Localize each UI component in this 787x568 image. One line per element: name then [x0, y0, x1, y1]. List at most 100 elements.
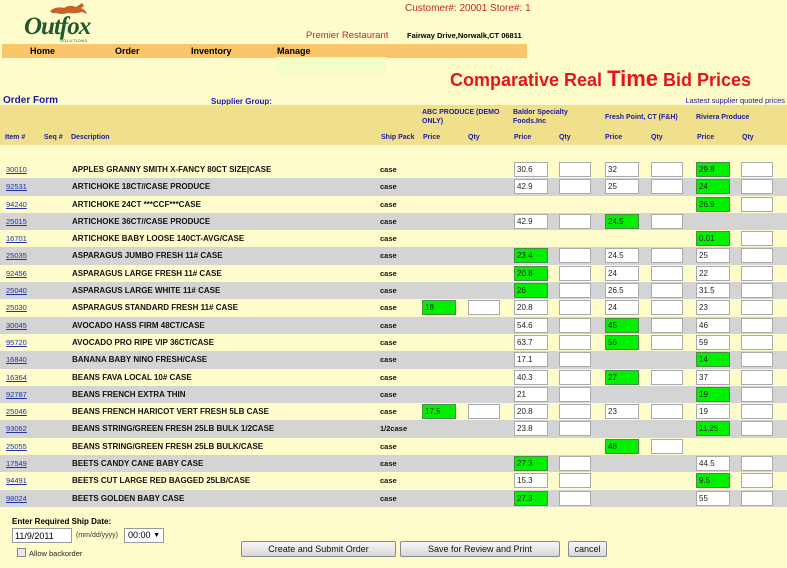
qty-input-riviera[interactable]	[741, 196, 773, 212]
qty-input-freshpoint[interactable]	[651, 283, 683, 299]
qty-input-baldor[interactable]	[559, 317, 591, 333]
item-number-link[interactable]: 95720	[6, 338, 27, 347]
price-field-baldor: 40.3	[514, 369, 548, 385]
qty-input-riviera[interactable]	[741, 265, 773, 281]
qty-input-abc[interactable]	[468, 300, 500, 316]
qty-input-freshpoint[interactable]	[651, 369, 683, 385]
qty-input-baldor[interactable]	[559, 456, 591, 472]
item-number-link[interactable]: 25040	[6, 286, 27, 295]
qty-input-baldor[interactable]	[559, 490, 591, 506]
qty-input-freshpoint[interactable]	[651, 162, 683, 177]
nav-inventory[interactable]: Inventory	[191, 46, 232, 56]
qty-input-baldor[interactable]	[559, 213, 591, 229]
allow-backorder-checkbox[interactable]	[17, 548, 26, 557]
item-number-link[interactable]: 94491	[6, 476, 27, 485]
ship-pack: case	[380, 493, 397, 503]
price-field-baldor: 17.1	[514, 352, 548, 368]
item-number-link[interactable]: 98024	[6, 494, 27, 503]
qty-input-riviera[interactable]	[741, 456, 773, 472]
qty-input-riviera[interactable]	[741, 162, 773, 177]
qty-input-baldor[interactable]	[559, 369, 591, 385]
item-number-link[interactable]: 16364	[6, 373, 27, 382]
qty-input-riviera[interactable]	[741, 231, 773, 247]
page-title: Comparative Real Time Bid Prices	[450, 66, 751, 92]
cancel-button[interactable]: cancel	[568, 541, 607, 557]
item-number-link[interactable]: 92787	[6, 390, 27, 399]
qty-input-riviera[interactable]	[741, 334, 773, 350]
qty-input-riviera[interactable]	[741, 283, 773, 299]
qty-input-riviera[interactable]	[741, 300, 773, 316]
table-row: 25040 ASPARAGUS LARGE WHITE 11# CASE case 2…	[0, 282, 787, 300]
item-number-link[interactable]: 25030	[6, 303, 27, 312]
item-number-link[interactable]: 25015	[6, 217, 27, 226]
item-number-link[interactable]: 92531	[6, 182, 27, 191]
nav-manage[interactable]: Manage	[277, 46, 311, 56]
outfox-logo: Outfox SOLUTIONS	[20, 2, 100, 43]
logo-text: Outfox	[24, 13, 91, 40]
qty-input-freshpoint[interactable]	[651, 213, 683, 229]
qty-input-freshpoint[interactable]	[651, 300, 683, 316]
qty-input-freshpoint[interactable]	[651, 179, 683, 195]
col-seq: Seq #	[44, 134, 63, 141]
qty-input-freshpoint[interactable]	[651, 404, 683, 420]
item-number-link[interactable]: 16840	[6, 355, 27, 364]
qty-input-baldor[interactable]	[559, 300, 591, 316]
item-number-link[interactable]: 16701	[6, 234, 27, 243]
qty-input-riviera[interactable]	[741, 352, 773, 368]
price-field-freshpoint: 27	[605, 369, 639, 385]
qty-input-baldor[interactable]	[559, 265, 591, 281]
qty-input-riviera[interactable]	[741, 317, 773, 333]
item-number-link[interactable]: 25055	[6, 442, 27, 451]
table-row: 16840 BANANA BABY NINO FRESH/CASE case 17.1…	[0, 351, 787, 369]
create-submit-order-button[interactable]: Create and Submit Order	[241, 541, 396, 557]
item-number-link[interactable]: 30010	[6, 165, 27, 174]
item-description: BEANS FRENCH EXTRA THIN	[72, 389, 186, 399]
qty-input-baldor[interactable]	[559, 404, 591, 420]
qty-input-riviera[interactable]	[741, 490, 773, 506]
qty-input-baldor[interactable]	[559, 162, 591, 177]
item-number-link[interactable]: 30045	[6, 321, 27, 330]
qty-input-baldor[interactable]	[559, 352, 591, 368]
qty-input-riviera[interactable]	[741, 179, 773, 195]
qty-input-freshpoint[interactable]	[651, 317, 683, 333]
ship-time-select[interactable]: 00:00 ▼	[124, 528, 164, 543]
item-number-link[interactable]: 25046	[6, 407, 27, 416]
qty-input-baldor[interactable]	[559, 473, 591, 489]
qty-input-riviera[interactable]	[741, 404, 773, 420]
qty-input-freshpoint[interactable]	[651, 265, 683, 281]
qty-input-riviera[interactable]	[741, 248, 773, 264]
nav-order[interactable]: Order	[115, 46, 140, 56]
qty-input-freshpoint[interactable]	[651, 334, 683, 350]
qty-input-baldor[interactable]	[559, 283, 591, 299]
qty-input-baldor[interactable]	[559, 334, 591, 350]
qty-input-baldor[interactable]	[559, 179, 591, 195]
qty-input-abc[interactable]	[468, 404, 500, 420]
table-row: 17549 BEETS CANDY CANE BABY CASE case 27.3 4…	[0, 455, 787, 473]
nav-home[interactable]: Home	[30, 46, 55, 56]
item-number-link[interactable]: 25035	[6, 251, 27, 260]
table-row: 95720 AVOCADO PRO RIPE VIP 36CT/CASE case 6…	[0, 333, 787, 352]
title-part2: Time	[607, 66, 659, 91]
item-number-link[interactable]: 93062	[6, 424, 27, 433]
qty-input-baldor[interactable]	[559, 421, 591, 437]
save-review-print-button[interactable]: Save for Review and Print	[400, 541, 560, 557]
ship-date-input[interactable]	[12, 528, 72, 543]
qty-input-riviera[interactable]	[741, 421, 773, 437]
qty-input-freshpoint[interactable]	[651, 438, 683, 454]
qty-input-riviera[interactable]	[741, 369, 773, 385]
qty-input-riviera[interactable]	[741, 473, 773, 489]
item-number-link[interactable]: 92456	[6, 269, 27, 278]
table-row: 25035 ASPARAGUS JUMBO FRESH 11# CASE case 2…	[0, 247, 787, 265]
qty-input-baldor[interactable]	[559, 248, 591, 264]
qty-input-riviera[interactable]	[741, 386, 773, 402]
item-number-link[interactable]: 17549	[6, 459, 27, 468]
item-description: BANANA BABY NINO FRESH/CASE	[72, 355, 208, 365]
item-number-link[interactable]: 94240	[6, 200, 27, 209]
qty-input-baldor[interactable]	[559, 386, 591, 402]
ship-pack: case	[380, 407, 397, 417]
qty-input-freshpoint[interactable]	[651, 248, 683, 264]
table-row: 94491 BEETS CUT LARGE RED BAGGED 25LB/CAS…	[0, 472, 787, 490]
price-field-riviera: 59	[696, 334, 730, 350]
item-description: BEETS CUT LARGE RED BAGGED 25LB/CASE	[72, 476, 251, 486]
col-qty-freshpoint: Qty	[651, 134, 663, 141]
